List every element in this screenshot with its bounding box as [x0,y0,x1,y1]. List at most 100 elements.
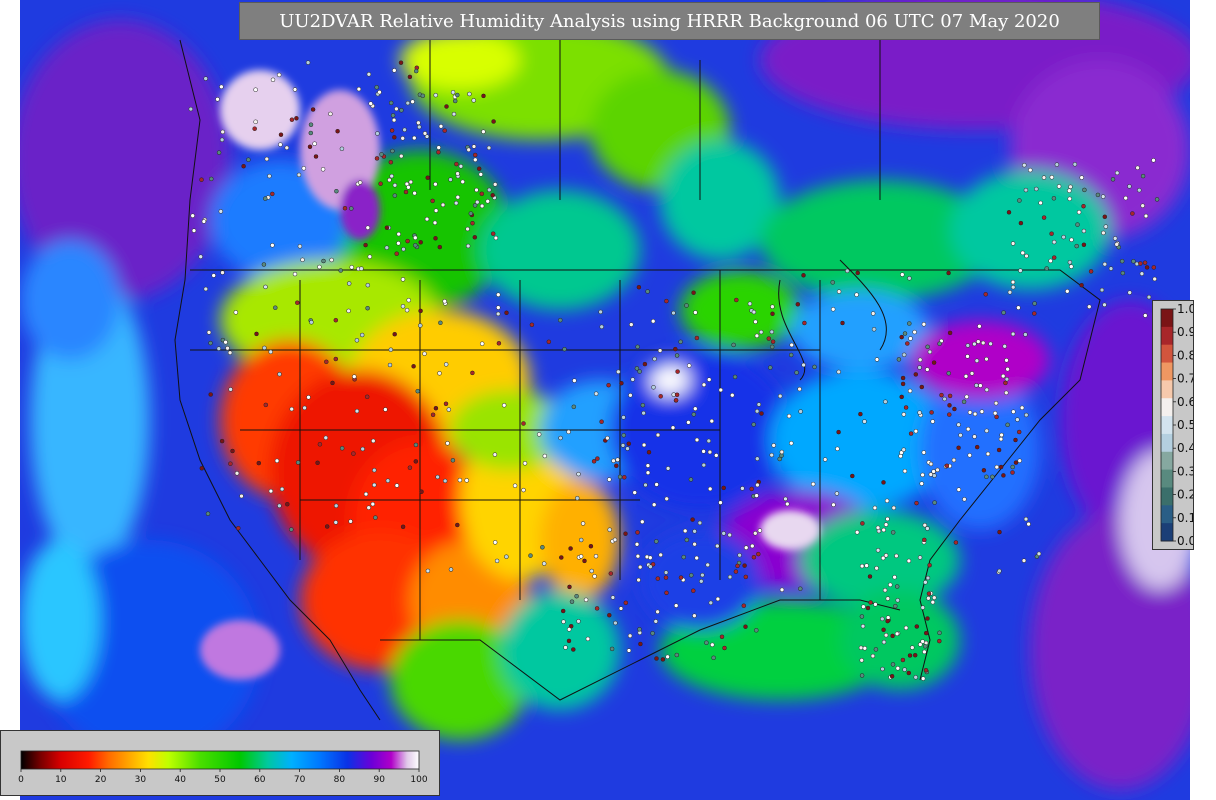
station-marker [607,527,612,532]
station-marker [651,502,657,507]
station-marker [907,653,913,658]
station-marker [635,530,640,535]
station-marker [348,519,353,524]
station-marker [1068,184,1073,190]
station-marker [413,243,418,248]
station-marker [377,89,382,95]
station-marker [947,393,953,399]
station-marker [999,432,1004,438]
station-marker [436,145,441,150]
station-marker [976,339,981,344]
station-marker [1067,188,1072,193]
station-marker [223,339,228,345]
station-marker [1004,376,1010,382]
station-marker [491,119,496,124]
station-marker [634,542,640,547]
station-marker [349,265,354,270]
station-marker [454,161,459,167]
station-marker [425,568,431,574]
obs-colorbar-tick-label: 0.8 [1177,348,1193,362]
station-marker [694,555,699,561]
station-marker [270,77,276,83]
station-marker [446,407,452,412]
station-marker [699,579,704,584]
station-marker [418,240,423,245]
station-marker [902,331,908,336]
station-marker [490,231,496,236]
station-marker [365,225,371,230]
station-marker [812,364,817,370]
station-marker [830,280,835,285]
station-marker [694,437,700,443]
station-marker [983,292,988,297]
station-marker [831,502,836,508]
station-marker [1051,196,1057,201]
station-marker [216,150,222,155]
station-marker [947,412,952,417]
station-marker [405,100,411,106]
station-marker [893,603,898,609]
station-marker [881,480,886,485]
station-marker [218,209,224,214]
station-marker [504,310,509,316]
station-marker [389,128,395,133]
station-marker [339,446,345,451]
station-marker [795,302,801,307]
station-marker [740,486,745,491]
obs-colorbar-tick-label: 0.1 [1177,511,1193,525]
station-marker [718,387,724,393]
station-marker [963,374,969,379]
station-marker [706,438,712,444]
station-marker [932,473,937,478]
station-marker [889,673,895,679]
obs-colorbar-tick-label: 0.5 [1177,418,1193,432]
station-marker [225,345,230,351]
station-marker [191,228,197,233]
station-marker [591,459,597,464]
station-marker [850,473,855,479]
station-marker [199,177,204,182]
station-marker [253,119,258,125]
station-marker [722,645,727,651]
station-marker [292,271,298,277]
obs-colorbar-tick-label: 0.0 [1177,534,1193,548]
station-marker [383,407,388,412]
station-marker [727,574,733,580]
station-marker [401,246,406,252]
station-marker [1056,184,1062,189]
station-marker [388,100,394,106]
station-marker [363,491,369,497]
station-marker [789,440,794,446]
station-marker [274,458,280,464]
station-marker [501,403,507,408]
station-marker [786,413,792,419]
station-marker [468,211,474,216]
station-marker [682,528,688,534]
station-marker [239,493,244,499]
station-marker [937,341,942,346]
station-marker [1019,405,1025,411]
station-marker [923,630,929,636]
station-marker [216,346,222,351]
rh-colorbar-tick-label: 30 [135,775,147,785]
station-marker [674,392,680,398]
station-marker [1123,195,1128,201]
station-marker [944,463,950,469]
station-marker [901,352,907,358]
station-marker [307,144,313,150]
station-marker [583,597,589,603]
station-marker [801,362,806,368]
station-marker [541,561,547,566]
station-marker [356,86,362,92]
station-marker [645,463,651,468]
station-marker [912,329,917,335]
station-marker [1110,177,1116,182]
station-marker [1041,215,1047,220]
station-marker [922,649,927,655]
station-marker [1010,279,1016,285]
station-marker [980,340,986,346]
station-marker [622,475,627,480]
station-marker [1081,242,1087,248]
station-marker [416,120,421,126]
station-marker [901,447,906,452]
